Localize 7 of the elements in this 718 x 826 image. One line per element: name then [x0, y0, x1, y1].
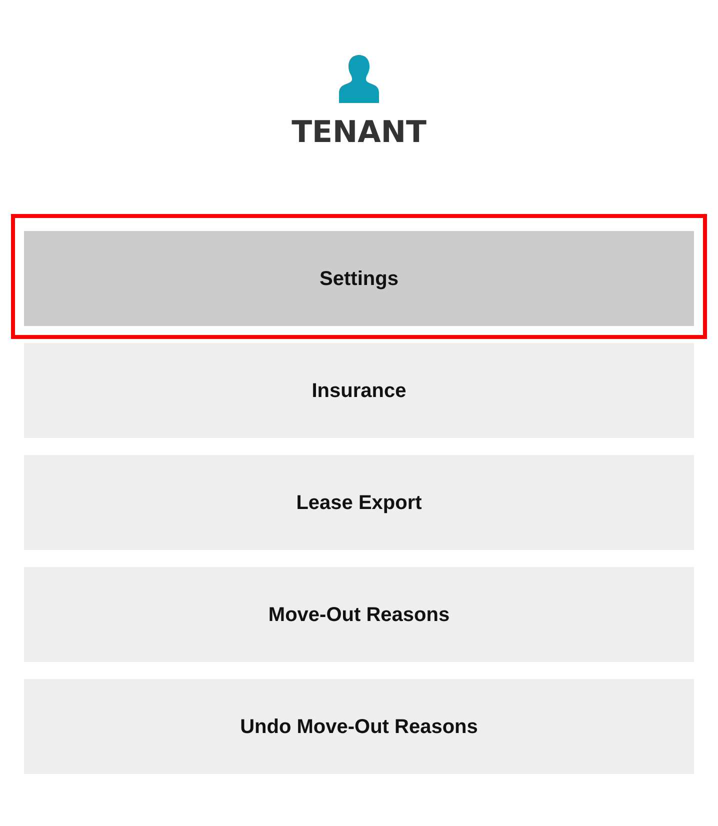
menu-item[interactable]: Move-Out Reasons	[24, 567, 694, 662]
page-title: TENANT	[292, 115, 426, 151]
menu-item[interactable]: Undo Move-Out Reasons	[24, 679, 694, 774]
menu-item[interactable]: Lease Export	[24, 455, 694, 550]
menu-item[interactable]: Settings	[24, 231, 694, 326]
person-icon	[339, 55, 379, 103]
menu-item[interactable]: Insurance	[24, 343, 694, 438]
